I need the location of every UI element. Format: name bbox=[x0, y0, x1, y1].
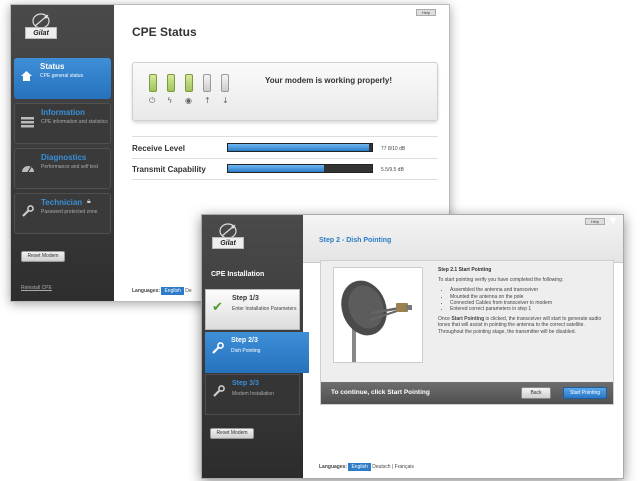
reset-modem-button[interactable]: Reset Modem bbox=[210, 428, 254, 439]
continue-instruction: To continue, click Start Pointing bbox=[331, 389, 430, 396]
back-button[interactable]: Back bbox=[521, 387, 551, 399]
led-power bbox=[149, 74, 157, 92]
transmit-capability-value: 5.5/9.5 dB bbox=[381, 167, 404, 173]
satellite-link-icon: ϟ bbox=[167, 96, 173, 105]
installation-sidebar: Gilat CPE Installation ✔ Step 1/3 Enter … bbox=[202, 215, 309, 478]
step-subtitle: Dish Pointing bbox=[231, 348, 261, 354]
sidebar-item-diagnostics[interactable]: Diagnostics Performance and self test bbox=[14, 148, 111, 189]
step-title: Step 2/3 bbox=[231, 337, 258, 344]
language-selector: Languages: English Deutsch | Français bbox=[319, 463, 414, 471]
start-pointing-button[interactable]: Start Pointing bbox=[563, 387, 607, 399]
sidebar-item-subtitle: CPE information and statistics bbox=[41, 119, 108, 125]
installation-title: CPE Installation bbox=[211, 271, 265, 278]
led-internet bbox=[185, 74, 193, 92]
sidebar-item-status[interactable]: Status CPE general status bbox=[14, 58, 111, 99]
checkmark-icon: ✔ bbox=[212, 300, 223, 315]
sidebar-item-technician[interactable]: Technician 🔒︎ Password protected zone bbox=[14, 193, 111, 234]
wrench-icon bbox=[212, 385, 225, 402]
divider bbox=[132, 136, 438, 137]
step-subtitle: Modem Installation bbox=[232, 391, 274, 397]
reinstall-cpe-link[interactable]: Reinstall CPE bbox=[21, 285, 52, 291]
step-1[interactable]: ✔ Step 1/3 Enter Installation Parameters bbox=[205, 289, 300, 330]
instructions: Step 2.1 Start Pointing To start pointin… bbox=[438, 267, 606, 339]
logo-text: Gilat bbox=[212, 237, 244, 249]
language-english[interactable]: English bbox=[348, 463, 371, 471]
gilat-logo: Gilat bbox=[212, 223, 244, 249]
checklist: Assembled the antenna and transceiver Mo… bbox=[450, 287, 606, 312]
sidebar-item-label: Diagnostics bbox=[41, 153, 87, 162]
gilat-logo: Gilat bbox=[25, 13, 57, 39]
language-others[interactable]: Deutsch | Français bbox=[372, 464, 414, 470]
dish-image bbox=[333, 267, 423, 363]
led-upload bbox=[203, 74, 211, 92]
instructions-heading: Step 2.1 Start Pointing bbox=[438, 267, 492, 273]
languages-label: Languages: bbox=[132, 288, 161, 294]
transmit-capability-meter bbox=[227, 164, 373, 173]
dropdown-arrow-icon[interactable]: ▼ bbox=[610, 216, 616, 225]
language-selector: Languages: English De bbox=[132, 287, 192, 295]
sidebar-item-subtitle: Performance and self test bbox=[41, 164, 98, 170]
sidebar-item-subtitle: CPE general status bbox=[40, 73, 84, 79]
speedometer-icon bbox=[21, 160, 35, 178]
wrench-icon bbox=[211, 342, 224, 359]
list-item: Entered correct parameters in step 1 bbox=[450, 306, 606, 312]
divider bbox=[132, 158, 438, 159]
sidebar-item-label: Status bbox=[40, 62, 65, 71]
power-icon: ⏻ bbox=[149, 96, 156, 105]
reset-modem-button[interactable]: Reset Modem bbox=[21, 251, 65, 262]
step-subtitle: Enter Installation Parameters bbox=[232, 306, 297, 312]
instructions-body: Once Start Pointing is clicked, the tran… bbox=[438, 316, 602, 335]
receive-level-label: Receive Level bbox=[132, 144, 185, 153]
led-satellite-link bbox=[167, 74, 175, 92]
pointing-panel: Step 2.1 Start Pointing To start pointin… bbox=[320, 260, 614, 405]
transmit-capability-label: Transmit Capability bbox=[132, 165, 206, 174]
sidebar-item-information[interactable]: Information CPE information and statisti… bbox=[14, 103, 111, 144]
status-panel: ⏻ ϟ ◉ ↑ ↓ Your modem is working properly… bbox=[132, 62, 438, 121]
receive-level-meter bbox=[227, 143, 373, 152]
languages-label: Languages: bbox=[319, 464, 348, 470]
status-message: Your modem is working properly! bbox=[265, 76, 392, 85]
download-arrow-icon: ↓ bbox=[222, 96, 229, 105]
page-title: CPE Status bbox=[132, 25, 197, 39]
receive-level-value: 77 8/10 dB bbox=[381, 146, 406, 152]
help-button[interactable]: Help bbox=[585, 218, 605, 225]
logo-text: Gilat bbox=[25, 27, 57, 39]
language-english[interactable]: English bbox=[161, 287, 184, 295]
screenshot-stage: Gilat Status CPE general status Informat… bbox=[0, 0, 640, 481]
receive-level-fill bbox=[228, 144, 370, 151]
sidebar-item-label: Technician bbox=[41, 198, 83, 207]
language-deutsch[interactable]: De bbox=[185, 288, 191, 294]
globe-icon: ◉ bbox=[185, 96, 192, 105]
step-title: Step 1/3 bbox=[232, 295, 259, 302]
wrench-icon bbox=[21, 205, 34, 223]
step-title: Step 3/3 bbox=[232, 380, 259, 387]
cpe-installation-window: Gilat CPE Installation ✔ Step 1/3 Enter … bbox=[201, 214, 624, 479]
action-bar: To continue, click Start Pointing Back S… bbox=[321, 382, 613, 404]
step-page-title: Step 2 - Dish Pointing bbox=[319, 237, 392, 244]
led-download bbox=[221, 74, 229, 92]
sidebar: Gilat Status CPE general status Informat… bbox=[11, 5, 114, 301]
instructions-intro: To start pointing verify you have comple… bbox=[438, 277, 564, 284]
divider bbox=[132, 179, 438, 180]
list-icon bbox=[21, 115, 34, 133]
help-button[interactable]: Help bbox=[416, 9, 436, 16]
sidebar-item-subtitle: Password protected zone bbox=[41, 209, 98, 215]
upload-arrow-icon: ↑ bbox=[204, 96, 211, 105]
step-2[interactable]: Step 2/3 Dish Pointing bbox=[205, 332, 309, 373]
sidebar-item-label: Information bbox=[41, 108, 85, 117]
transmit-capability-fill bbox=[228, 165, 325, 172]
home-icon bbox=[20, 69, 33, 87]
satellite-dish-illustration bbox=[341, 280, 412, 362]
lock-icon: 🔒︎ bbox=[87, 197, 91, 205]
step-3[interactable]: Step 3/3 Modem Installation bbox=[205, 374, 300, 415]
